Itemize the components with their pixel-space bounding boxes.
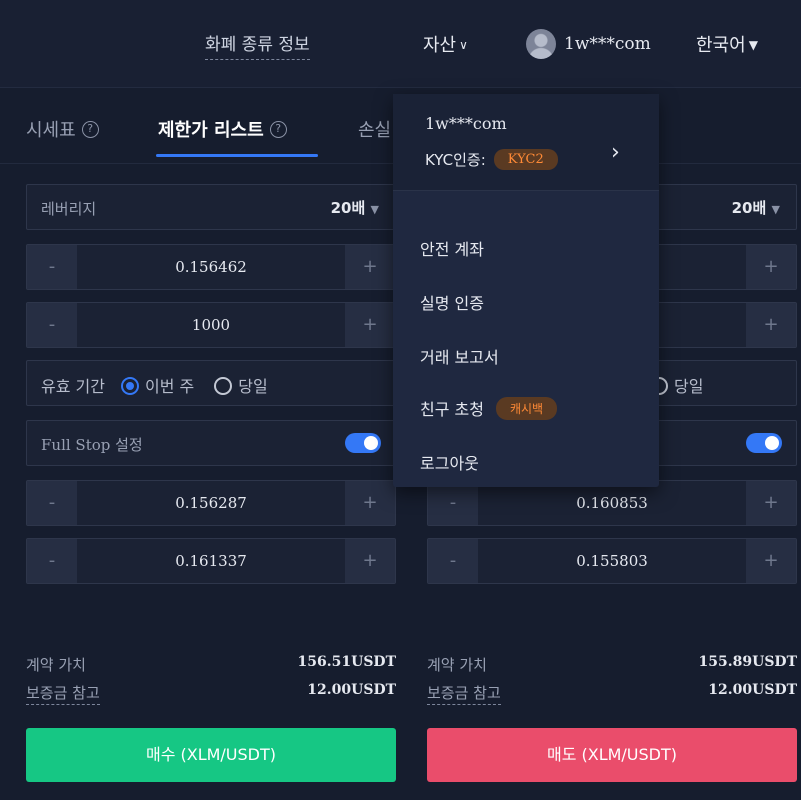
sell-contract-value: 계약 가치 155.89USDT — [427, 654, 797, 675]
menu-item-identity-verification[interactable]: 실명 인증 — [420, 290, 484, 314]
menu-item-trade-report[interactable]: 거래 보고서 — [420, 344, 499, 368]
price-stepper: - 0.156462 + — [26, 244, 396, 290]
sell-button[interactable]: 매도 (XLM/USDT) — [427, 728, 797, 782]
leverage-label: 레버리지 — [41, 200, 97, 218]
decrement-button[interactable]: - — [27, 303, 77, 347]
kyc-label: KYC인증: — [425, 151, 486, 169]
increment-button[interactable]: + — [746, 245, 796, 289]
validity-label: 유효 기간 — [41, 377, 105, 396]
margin-label: 보증금 참고 — [26, 684, 100, 705]
leverage-value: 20배 ▼ — [330, 199, 379, 217]
assets-label: 자산 — [423, 35, 457, 56]
increment-button[interactable]: + — [345, 481, 395, 525]
decrement-button[interactable]: - — [27, 539, 77, 583]
contract-value: 155.89USDT — [698, 654, 797, 670]
active-tab-indicator — [156, 154, 318, 157]
tab-label: 제한가 리스트 — [158, 120, 264, 141]
buy-contract-value: 계약 가치 156.51USDT — [26, 654, 396, 675]
tab-limit-list[interactable]: 제한가 리스트 ? — [158, 116, 287, 142]
contract-value: 156.51USDT — [297, 654, 396, 670]
stop-loss-stepper: - 0.155803 + — [427, 538, 797, 584]
stop-profit-stepper: - 0.156287 + — [26, 480, 396, 526]
margin-value: 12.00USDT — [307, 682, 396, 698]
avatar-icon — [526, 29, 556, 59]
top-bar: 화폐 종류 정보 자산 ∨ 1w***com 한국어 ▼ — [0, 0, 801, 88]
stop-loss-input[interactable]: 0.155803 — [478, 539, 746, 583]
amount-stepper: - 1000 + — [26, 302, 396, 348]
menu-item-logout[interactable]: 로그아웃 — [420, 450, 479, 474]
stop-profit-input[interactable]: 0.160853 — [478, 481, 746, 525]
kyc-status: KYC인증: KYC2 — [425, 149, 558, 170]
increment-button[interactable]: + — [345, 303, 395, 347]
help-icon[interactable]: ? — [269, 120, 287, 138]
language-selector[interactable]: 한국어 ▼ — [696, 31, 758, 57]
fullstop-label: Full Stop 설정 — [41, 436, 143, 454]
decrement-button[interactable]: - — [27, 245, 77, 289]
fullstop-row: Full Stop 설정 — [26, 420, 396, 466]
user-email: 1w***com — [564, 34, 651, 54]
buy-button[interactable]: 매수 (XLM/USDT) — [26, 728, 396, 782]
decrement-button[interactable]: - — [428, 539, 478, 583]
increment-button[interactable]: + — [345, 245, 395, 289]
price-input[interactable]: 0.156462 — [77, 245, 345, 289]
validity-option-week[interactable]: 이번 주 — [120, 373, 194, 397]
increment-button[interactable]: + — [746, 481, 796, 525]
help-icon[interactable]: ? — [81, 120, 99, 138]
kyc-badge: KYC2 — [493, 149, 558, 170]
language-label: 한국어 — [696, 35, 746, 56]
increment-button[interactable]: + — [746, 539, 796, 583]
validity-option-day[interactable]: 당일 — [214, 373, 268, 397]
caret-down-icon: ▼ — [748, 38, 758, 52]
validity-row: 유효 기간 이번 주 당일 — [26, 360, 396, 406]
margin-label: 보증금 참고 — [427, 684, 501, 705]
leverage-value: 20배 ▼ — [731, 199, 780, 217]
tab-price-table[interactable]: 시세표 ? — [26, 116, 99, 142]
fullstop-toggle[interactable] — [746, 433, 782, 453]
menu-item-security-account[interactable]: 안전 계좌 — [420, 236, 484, 260]
radio-icon — [214, 377, 233, 395]
fullstop-toggle[interactable] — [345, 433, 381, 453]
stop-loss-input[interactable]: 0.161337 — [77, 539, 345, 583]
contract-value-label: 계약 가치 — [26, 656, 86, 674]
dropdown-email: 1w***com — [425, 114, 507, 133]
decrement-button[interactable]: - — [27, 481, 77, 525]
chevron-right-icon[interactable]: › — [611, 140, 620, 165]
contract-value-label: 계약 가치 — [427, 656, 487, 674]
tab-label: 손실 — [358, 120, 392, 141]
tab-label: 시세표 — [26, 120, 76, 141]
assets-menu[interactable]: 자산 ∨ — [423, 31, 468, 57]
margin-value: 12.00USDT — [708, 682, 797, 698]
stop-profit-input[interactable]: 0.156287 — [77, 481, 345, 525]
increment-button[interactable]: + — [345, 539, 395, 583]
radio-selected-icon — [120, 377, 139, 395]
stop-loss-stepper: - 0.161337 + — [26, 538, 396, 584]
tab-stop-loss[interactable]: 손실 — [358, 116, 391, 142]
user-dropdown: 1w***com KYC인증: KYC2 › 안전 계좌 실명 인증 거래 보고… — [393, 94, 659, 487]
dropdown-header[interactable]: 1w***com KYC인증: KYC2 › — [393, 94, 659, 191]
buy-margin-ref: 보증금 참고 12.00USDT — [26, 682, 396, 705]
amount-input[interactable]: 1000 — [77, 303, 345, 347]
leverage-select[interactable]: 레버리지 20배 ▼ — [26, 184, 396, 230]
decrement-button[interactable]: - — [428, 481, 478, 525]
currency-info-link[interactable]: 화폐 종류 정보 — [205, 30, 310, 60]
chevron-down-icon: ∨ — [459, 38, 468, 52]
sell-margin-ref: 보증금 참고 12.00USDT — [427, 682, 797, 705]
menu-item-invite-friends[interactable]: 친구 초청 캐시백 — [420, 396, 558, 420]
cashback-badge: 캐시백 — [495, 396, 558, 420]
increment-button[interactable]: + — [746, 303, 796, 347]
user-menu[interactable]: 1w***com — [526, 29, 651, 59]
